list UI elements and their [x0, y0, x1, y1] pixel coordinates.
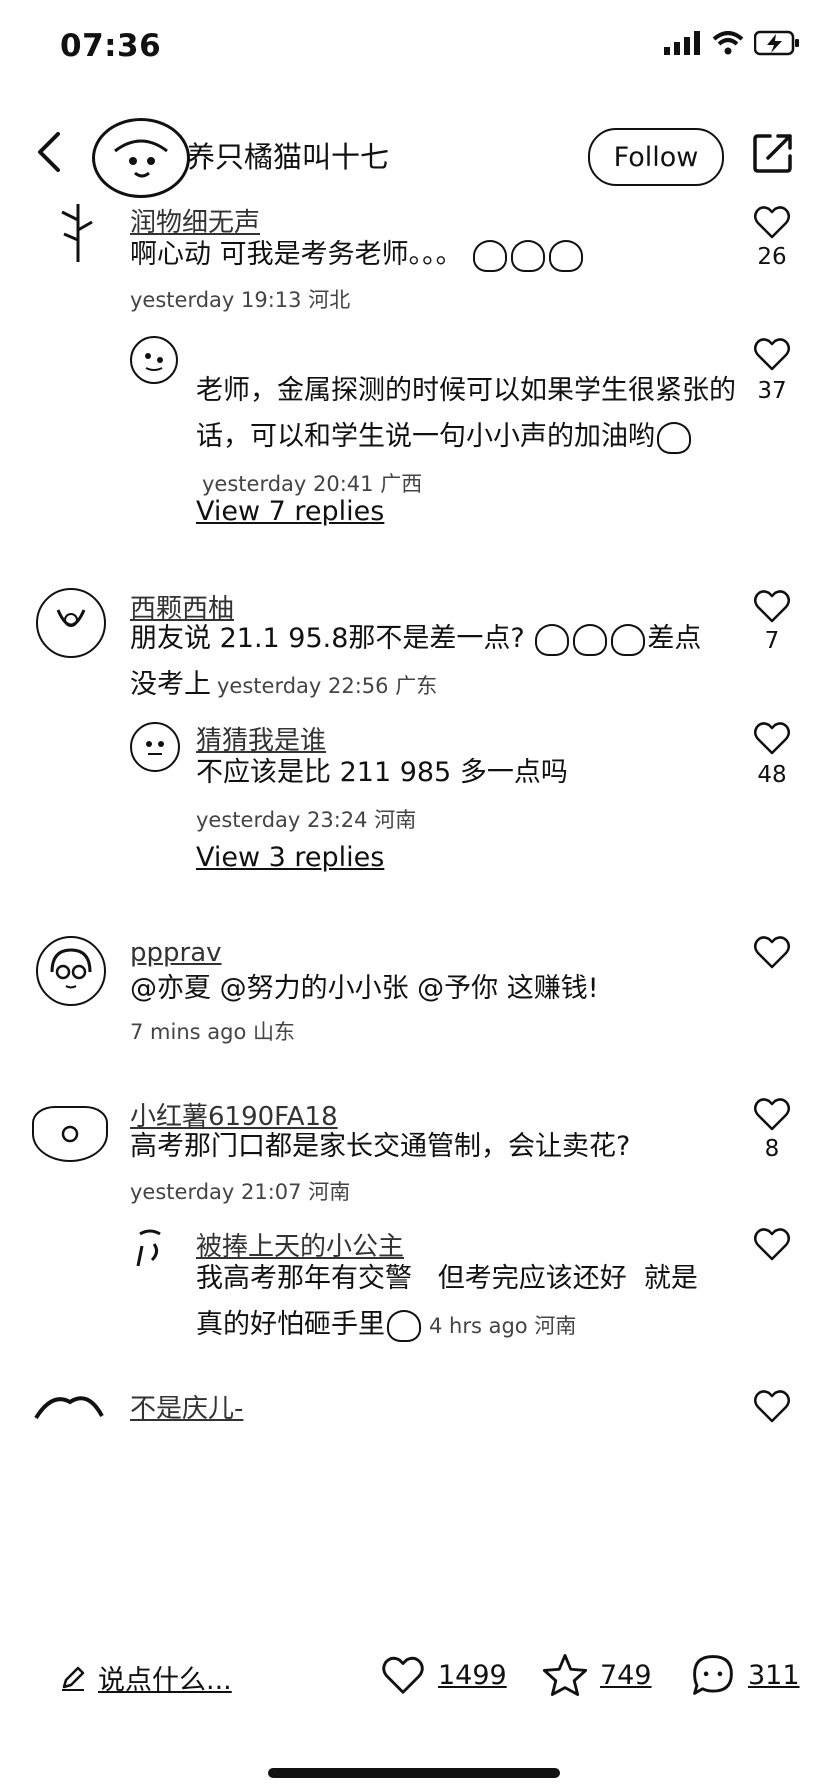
fish-bowl-avatar-icon [56, 609, 86, 627]
comment-text-line2: 没考上 [130, 669, 211, 700]
comment-text-content: 啊心动 可我是考务老师。。。 [130, 239, 463, 270]
like-heart-icon[interactable] [752, 202, 792, 242]
pencil-icon [62, 1666, 85, 1691]
comment-text: @亦夏 @努力的小小张 @予你 这赚钱! [130, 973, 599, 1004]
comment-meta: yesterday 19:13 河北 [130, 288, 351, 312]
emoji-icon [611, 623, 646, 656]
like-heart-icon[interactable] [752, 1094, 792, 1134]
like-heart-icon[interactable] [752, 1386, 792, 1426]
back-button[interactable] [34, 130, 64, 178]
comment-meta: yesterday 21:07 河南 [130, 1180, 351, 1204]
cat-face-avatar-icon [146, 741, 164, 755]
home-indicator[interactable] [268, 1768, 560, 1778]
doodle-avatar-icon [136, 1229, 161, 1267]
like-heart-icon[interactable] [752, 1224, 792, 1264]
comment-meta: 7 mins ago 山东 [130, 1020, 295, 1044]
author-name[interactable]: 养只橘猫叫十七 [186, 134, 389, 176]
view-replies-link[interactable]: View 7 replies [196, 496, 384, 527]
avatar[interactable] [130, 722, 180, 772]
reply-meta: yesterday 20:41 广西 [202, 472, 423, 496]
comment-username[interactable]: ppprav [130, 938, 222, 968]
reply-meta: 4 hrs ago 河南 [429, 1314, 577, 1338]
like-count: 8 [764, 1136, 780, 1162]
reply-text-content: 老师，金属探测的时候可以如果学生很紧张的话，可以和学生说一句小小声的加油哟 [196, 375, 736, 452]
like-heart-icon[interactable] [752, 334, 792, 374]
doodle-avatar-icon [34, 1396, 104, 1420]
girl-glasses-avatar-icon [50, 948, 92, 989]
share-icon [753, 134, 792, 173]
battery-charging-icon [754, 30, 799, 56]
comment-bubble-icon [693, 1655, 733, 1695]
emoji-icon [657, 421, 691, 454]
status-time: 07:36 [60, 28, 162, 64]
post-like-count: 1499 [438, 1659, 507, 1691]
comment-input-placeholder: 说点什么... [98, 1665, 232, 1696]
like-count: 7 [764, 628, 780, 654]
comment-username[interactable]: 不是庆儿- [130, 1388, 243, 1425]
comments-button[interactable]: 311 [688, 1652, 800, 1698]
emoji-icon [549, 239, 584, 272]
post-comment-count: 311 [748, 1659, 800, 1691]
post-star-count: 749 [600, 1659, 652, 1691]
reply-text-line2: 真的好怕砸手里 [196, 1309, 385, 1340]
author-avatar[interactable] [92, 118, 190, 198]
emoji-icon [573, 623, 608, 656]
avatar[interactable] [34, 1388, 104, 1422]
avatar[interactable] [36, 936, 106, 1006]
reply-text-line1: 我高考那年有交警 但考完应该还好 就是 [196, 1263, 698, 1294]
reply-text: 不应该是比 211 985 多一点吗 [196, 757, 568, 788]
reply-text: 老师，金属探测的时候可以如果学生很紧张的话，可以和学生说一句小小声的加油哟 yes… [196, 368, 736, 507]
doodle-avatar-icon [145, 353, 163, 371]
comment-text: 高考那门口都是家长交通管制，会让卖花? [130, 1131, 631, 1162]
comment-text: 啊心动 可我是考务老师。。。 [130, 232, 585, 278]
comment-text-content: 朋友说 21.1 95.8那不是差一点? [130, 623, 525, 654]
doodle-avatar-icon [61, 1125, 79, 1143]
follow-button[interactable]: Follow [588, 128, 724, 186]
emoji-icon [473, 239, 508, 272]
like-post-button[interactable]: 1499 [378, 1652, 507, 1698]
view-replies-link[interactable]: View 3 replies [196, 842, 384, 873]
cat-illustration [114, 139, 168, 178]
comment-meta: yesterday 22:56 广东 [217, 674, 438, 698]
emoji-icon [535, 623, 570, 656]
status-icons [664, 30, 800, 56]
star-icon [542, 1654, 588, 1696]
avatar[interactable] [130, 336, 178, 384]
avatar[interactable] [36, 588, 106, 658]
comment-text-tail: 差点 [647, 623, 702, 654]
wifi-icon [712, 31, 744, 55]
avatar[interactable] [32, 1106, 108, 1162]
bottom-action-bar: 说点什么... 1499 749 311 [0, 1638, 828, 1728]
heart-icon [382, 1656, 424, 1694]
share-button[interactable] [752, 132, 794, 178]
like-heart-icon[interactable] [752, 586, 792, 626]
reply-text: 我高考那年有交警 但考完应该还好 就是 真的好怕砸手里 4 hrs ago 河南 [196, 1256, 736, 1349]
plant-avatar-icon [61, 204, 93, 262]
emoji-icon [387, 1309, 421, 1342]
signal-icon [664, 31, 700, 55]
like-count: 26 [757, 244, 787, 270]
avatar[interactable] [130, 1226, 170, 1272]
like-count: 48 [757, 762, 787, 788]
chevron-left-icon [38, 132, 60, 172]
avatar[interactable] [48, 200, 104, 264]
reply-meta: yesterday 23:24 河南 [196, 808, 417, 832]
emoji-icon [511, 239, 546, 272]
collect-button[interactable]: 749 [540, 1652, 652, 1698]
like-count: 37 [757, 378, 787, 404]
like-heart-icon[interactable] [752, 718, 792, 758]
comment-input[interactable]: 说点什么... [60, 1658, 232, 1697]
like-heart-icon[interactable] [752, 932, 792, 972]
comment-text: 朋友说 21.1 95.8那不是差一点? 差点 没考上 yesterday 22:… [130, 616, 730, 709]
